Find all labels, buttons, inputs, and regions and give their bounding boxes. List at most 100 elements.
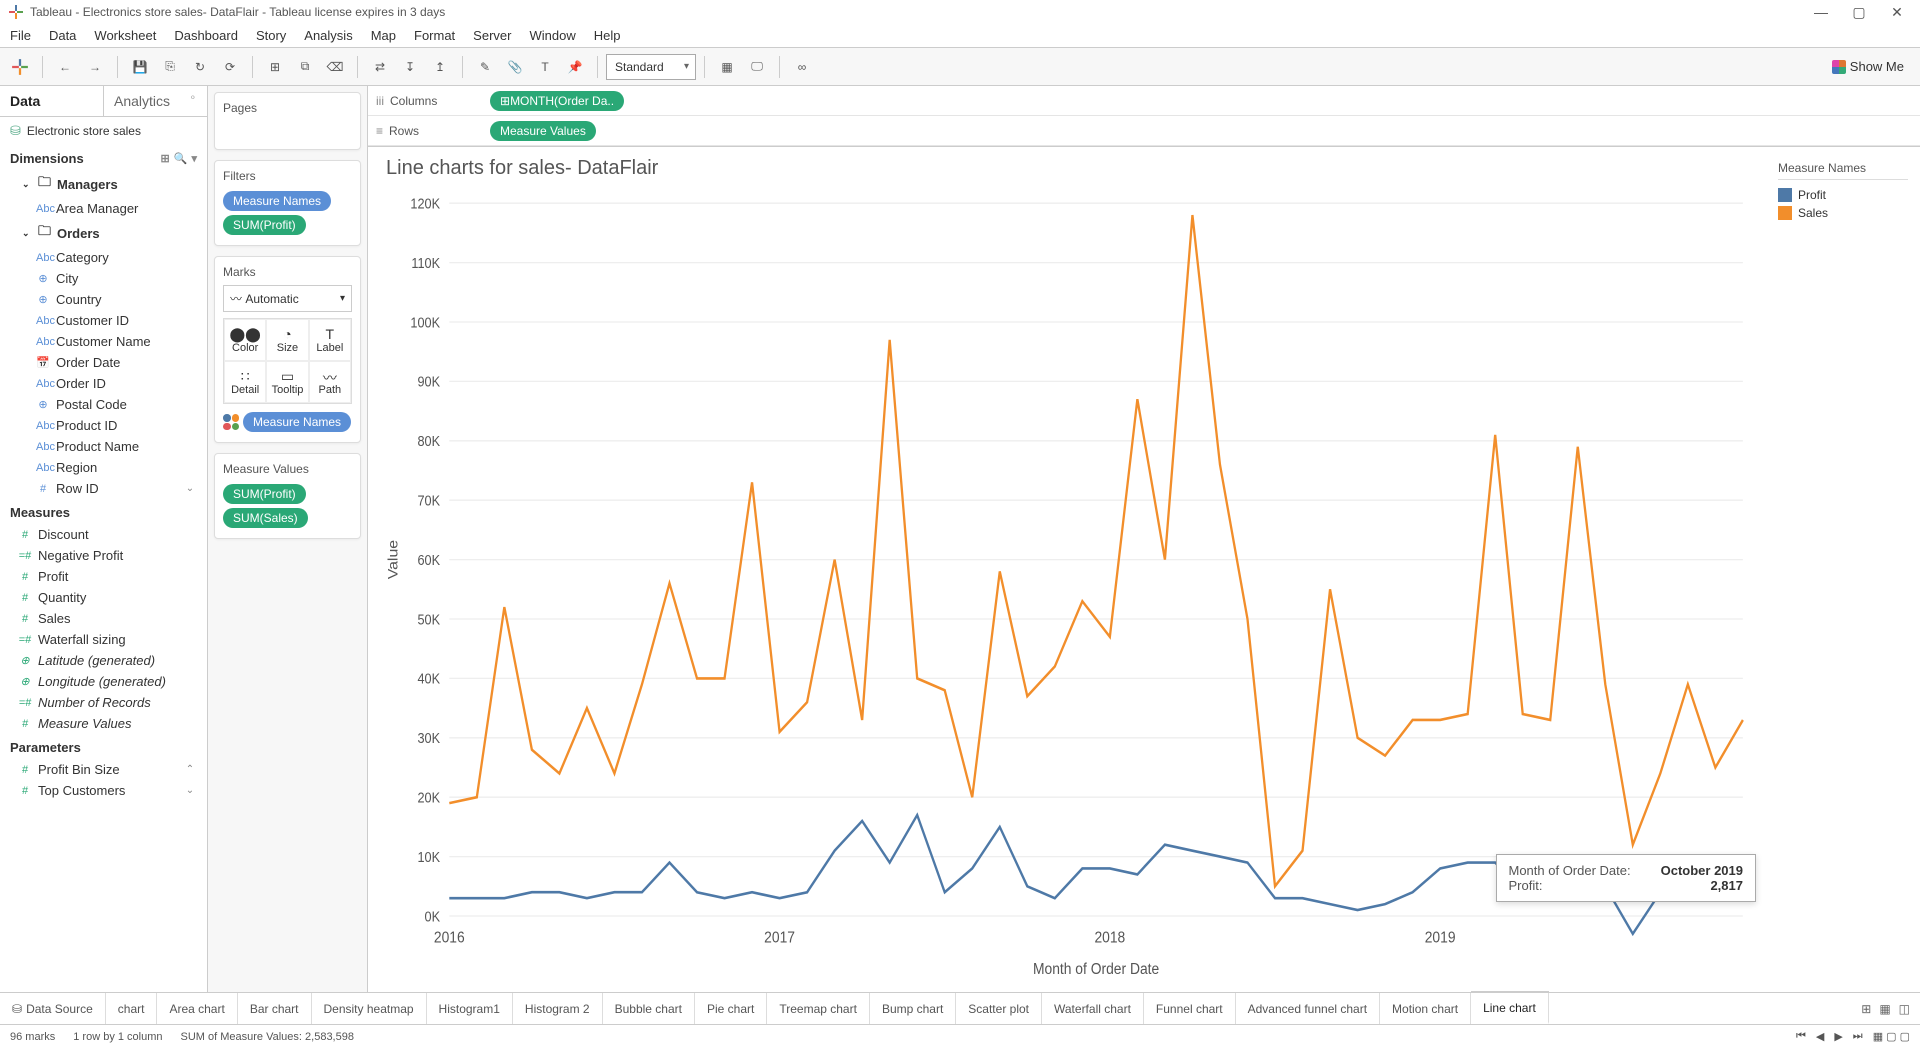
highlight-button[interactable]: ✎ bbox=[471, 53, 499, 81]
marks-label[interactable]: TLabel bbox=[309, 319, 351, 361]
tab-funnel-chart[interactable]: Funnel chart bbox=[1144, 993, 1236, 1024]
legend-item-sales[interactable]: Sales bbox=[1778, 204, 1908, 222]
menu-map[interactable]: Map bbox=[371, 28, 396, 43]
menu-story[interactable]: Story bbox=[256, 28, 286, 43]
field-num-records[interactable]: =#Number of Records bbox=[0, 692, 207, 713]
measure-values-shelf[interactable]: Measure Values SUM(Profit) SUM(Sales) bbox=[214, 453, 361, 539]
field-customer-name[interactable]: AbcCustomer Name bbox=[0, 331, 207, 352]
tab-density-heatmap[interactable]: Density heatmap bbox=[312, 993, 427, 1024]
pages-shelf[interactable]: Pages bbox=[214, 92, 361, 150]
tab-waterfall-chart[interactable]: Waterfall chart bbox=[1042, 993, 1144, 1024]
tab-analytics[interactable]: Analytics ⚬ bbox=[103, 86, 207, 116]
totals-button[interactable]: T bbox=[531, 53, 559, 81]
tab-histogram2[interactable]: Histogram 2 bbox=[513, 993, 603, 1024]
presentation-button[interactable]: 🖵 bbox=[743, 53, 771, 81]
marks-size[interactable]: ◔Size bbox=[266, 319, 308, 361]
menu-file[interactable]: File bbox=[10, 28, 31, 43]
new-datasource-button[interactable]: ⎘ bbox=[156, 53, 184, 81]
field-discount[interactable]: #Discount bbox=[0, 524, 207, 545]
field-row-id[interactable]: #Row ID⌄ bbox=[0, 478, 207, 499]
new-sheet-button[interactable]: ⊞ bbox=[261, 53, 289, 81]
menu-worksheet[interactable]: Worksheet bbox=[94, 28, 156, 43]
field-top-customers[interactable]: #Top Customers⌄ bbox=[0, 780, 207, 801]
show-me-button[interactable]: Show Me bbox=[1832, 59, 1914, 74]
columns-pill[interactable]: ⊞ MONTH(Order Da.. bbox=[490, 91, 624, 111]
swap-button[interactable]: ⇄ bbox=[366, 53, 394, 81]
tab-treemap-chart[interactable]: Treemap chart bbox=[767, 993, 870, 1024]
menu-analysis[interactable]: Analysis bbox=[304, 28, 352, 43]
new-story-icon[interactable]: ◫ bbox=[1899, 1002, 1910, 1016]
maximize-button[interactable]: ▢ bbox=[1852, 5, 1866, 19]
datasource-item[interactable]: ⛁ Electronic store sales bbox=[0, 117, 207, 145]
filmstrip-icon[interactable]: ▦ ▢ ▢ bbox=[1873, 1030, 1910, 1043]
nav-next-icon[interactable]: ▶ bbox=[1834, 1030, 1842, 1043]
minimize-button[interactable]: — bbox=[1814, 5, 1828, 19]
legend-item-profit[interactable]: Profit bbox=[1778, 186, 1908, 204]
new-dashboard-icon[interactable]: ▦ bbox=[1879, 1002, 1890, 1016]
folder-managers[interactable]: ⌄🗀 Managers bbox=[0, 170, 207, 198]
undo-button[interactable]: ← bbox=[51, 53, 79, 81]
close-button[interactable]: ✕ bbox=[1890, 5, 1904, 19]
tab-bump-chart[interactable]: Bump chart bbox=[870, 993, 956, 1024]
nav-prev-icon[interactable]: ◀ bbox=[1816, 1030, 1824, 1043]
tab-chart[interactable]: chart bbox=[106, 993, 158, 1024]
duplicate-button[interactable]: ⧉ bbox=[291, 53, 319, 81]
group-button[interactable]: 📎 bbox=[501, 53, 529, 81]
menu-format[interactable]: Format bbox=[414, 28, 455, 43]
tab-histogram1[interactable]: Histogram1 bbox=[427, 993, 513, 1024]
field-sales[interactable]: #Sales bbox=[0, 608, 207, 629]
sort-desc-button[interactable]: ↥ bbox=[426, 53, 454, 81]
field-order-date[interactable]: 📅Order Date bbox=[0, 352, 207, 373]
folder-orders[interactable]: ⌄🗀 Orders bbox=[0, 219, 207, 247]
field-product-name[interactable]: AbcProduct Name bbox=[0, 436, 207, 457]
scroll-up-icon[interactable]: ⌃ bbox=[183, 762, 197, 777]
field-city[interactable]: ⊕City bbox=[0, 268, 207, 289]
field-longitude[interactable]: ⊕Longitude (generated) bbox=[0, 671, 207, 692]
field-waterfall-sizing[interactable]: =#Waterfall sizing bbox=[0, 629, 207, 650]
tab-bubble-chart[interactable]: Bubble chart bbox=[603, 993, 695, 1024]
share-button[interactable]: ∞ bbox=[788, 53, 816, 81]
view-icon[interactable]: ⊞ bbox=[161, 152, 170, 165]
field-country[interactable]: ⊕Country bbox=[0, 289, 207, 310]
cards-button[interactable]: ▦ bbox=[713, 53, 741, 81]
filters-shelf[interactable]: Filters Measure Names SUM(Profit) bbox=[214, 160, 361, 246]
field-latitude[interactable]: ⊕Latitude (generated) bbox=[0, 650, 207, 671]
filter-pill-sum-profit[interactable]: SUM(Profit) bbox=[223, 215, 306, 235]
columns-shelf[interactable]: iiiColumns ⊞ MONTH(Order Da.. bbox=[368, 86, 1920, 116]
tableau-logo-icon[interactable] bbox=[6, 53, 34, 81]
redo-button[interactable]: → bbox=[81, 53, 109, 81]
field-profit[interactable]: #Profit bbox=[0, 566, 207, 587]
auto-update-button[interactable]: ↻ bbox=[186, 53, 214, 81]
field-area-manager[interactable]: AbcArea Manager bbox=[0, 198, 207, 219]
rows-pill[interactable]: Measure Values bbox=[490, 121, 596, 141]
marks-type-select[interactable]: 〰 Automatic▾ bbox=[223, 285, 352, 312]
tab-area-chart[interactable]: Area chart bbox=[157, 993, 237, 1024]
menu-dashboard[interactable]: Dashboard bbox=[174, 28, 238, 43]
sort-asc-button[interactable]: ↧ bbox=[396, 53, 424, 81]
rows-shelf[interactable]: ≡Rows Measure Values bbox=[368, 116, 1920, 146]
field-postal-code[interactable]: ⊕Postal Code bbox=[0, 394, 207, 415]
tab-advanced-funnel[interactable]: Advanced funnel chart bbox=[1236, 993, 1380, 1024]
field-quantity[interactable]: #Quantity bbox=[0, 587, 207, 608]
field-measure-values[interactable]: #Measure Values bbox=[0, 713, 207, 734]
tab-data-source[interactable]: ⛁Data Source bbox=[0, 993, 106, 1024]
chart[interactable]: 0K10K20K30K40K50K60K70K80K90K100K110K120… bbox=[380, 190, 1766, 982]
filter-pill-measure-names[interactable]: Measure Names bbox=[223, 191, 331, 211]
menu-window[interactable]: Window bbox=[529, 28, 575, 43]
new-worksheet-icon[interactable]: ⊞ bbox=[1861, 1002, 1871, 1016]
marks-color-pill[interactable]: Measure Names bbox=[243, 412, 351, 432]
field-order-id[interactable]: AbcOrder ID bbox=[0, 373, 207, 394]
run-button[interactable]: ⟳ bbox=[216, 53, 244, 81]
search-icon[interactable]: 🔍 bbox=[174, 152, 188, 165]
tab-data[interactable]: Data bbox=[0, 86, 103, 116]
nav-last-icon[interactable]: ⏭ bbox=[1853, 1030, 1863, 1043]
marks-detail[interactable]: ∷Detail bbox=[224, 361, 266, 403]
tab-motion-chart[interactable]: Motion chart bbox=[1380, 993, 1471, 1024]
tab-scatter-plot[interactable]: Scatter plot bbox=[956, 993, 1042, 1024]
marks-path[interactable]: 〰Path bbox=[309, 361, 351, 403]
mv-pill-profit[interactable]: SUM(Profit) bbox=[223, 484, 306, 504]
menu-data[interactable]: Data bbox=[49, 28, 76, 43]
clear-button[interactable]: ⌫ bbox=[321, 53, 349, 81]
marks-tooltip[interactable]: ▭Tooltip bbox=[266, 361, 308, 403]
field-profit-bin[interactable]: #Profit Bin Size⌃ bbox=[0, 759, 207, 780]
